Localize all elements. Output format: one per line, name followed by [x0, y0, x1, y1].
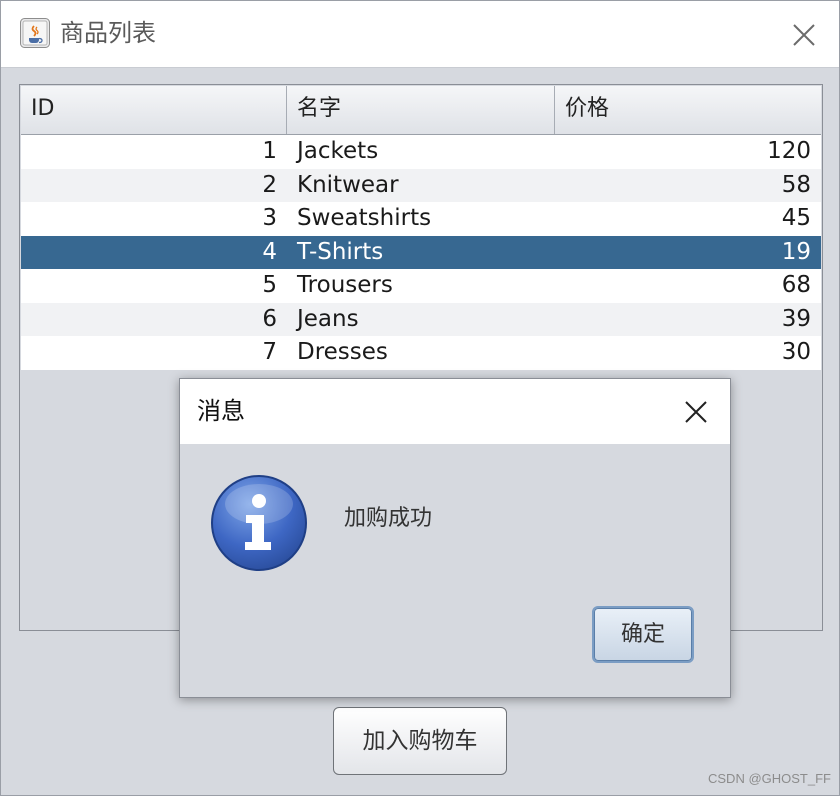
- table-row[interactable]: 7 Dresses 30: [21, 336, 821, 370]
- message-dialog: 消息 加购成功 确定: [179, 378, 731, 698]
- dialog-message: 加购成功: [344, 506, 433, 531]
- column-header-name[interactable]: 名字: [287, 86, 555, 134]
- cell-id: 5: [262, 272, 277, 298]
- close-icon[interactable]: [787, 18, 821, 52]
- cell-id: 4: [262, 238, 277, 265]
- cell-price: 19: [781, 238, 811, 265]
- add-to-cart-button[interactable]: 加入购物车: [333, 707, 507, 775]
- cell-name: Jackets: [297, 138, 379, 164]
- watermark: CSDN @GHOST_FF: [708, 771, 831, 786]
- window-title: 商品列表: [60, 19, 156, 47]
- title-bar[interactable]: 商品列表: [1, 1, 839, 68]
- cell-name: Knitwear: [297, 171, 399, 198]
- column-header-price[interactable]: 价格: [555, 86, 821, 134]
- cell-id: 7: [262, 339, 277, 365]
- table-row[interactable]: 3 Sweatshirts 45: [21, 202, 821, 236]
- table-body: 1 Jackets 120 2 Knitwear 58 3 Sweatshirt…: [21, 135, 821, 370]
- table-row-selected[interactable]: 4 T-Shirts 19: [21, 235, 821, 269]
- cell-id: 1: [262, 138, 277, 164]
- cell-id: 3: [262, 205, 277, 231]
- cell-price: 68: [781, 272, 811, 298]
- cell-name: T-Shirts: [297, 238, 384, 265]
- cell-id: 6: [262, 305, 277, 332]
- cell-id: 2: [262, 171, 277, 198]
- cell-name: Jeans: [297, 305, 359, 332]
- cell-price: 120: [767, 138, 811, 164]
- cell-price: 45: [781, 205, 811, 231]
- cell-price: 30: [781, 339, 811, 365]
- table-row[interactable]: 5 Trousers 68: [21, 269, 821, 303]
- column-header-id[interactable]: ID: [21, 86, 287, 134]
- cell-name: Trousers: [297, 272, 393, 298]
- ok-button[interactable]: 确定: [592, 606, 694, 663]
- info-icon: [211, 475, 307, 571]
- java-cup-icon: [20, 18, 50, 48]
- dialog-title: 消息: [197, 397, 245, 425]
- cell-price: 39: [781, 305, 811, 332]
- cell-name: Sweatshirts: [297, 205, 432, 231]
- table-header: ID 名字 价格: [21, 86, 821, 135]
- dialog-close-icon[interactable]: [681, 397, 711, 427]
- cell-price: 58: [781, 171, 811, 198]
- table-row[interactable]: 1 Jackets 120: [21, 135, 821, 169]
- cell-name: Dresses: [297, 339, 388, 365]
- table-row[interactable]: 6 Jeans 39: [21, 302, 821, 336]
- table-row[interactable]: 2 Knitwear 58: [21, 168, 821, 202]
- dialog-title-bar[interactable]: 消息: [180, 379, 730, 444]
